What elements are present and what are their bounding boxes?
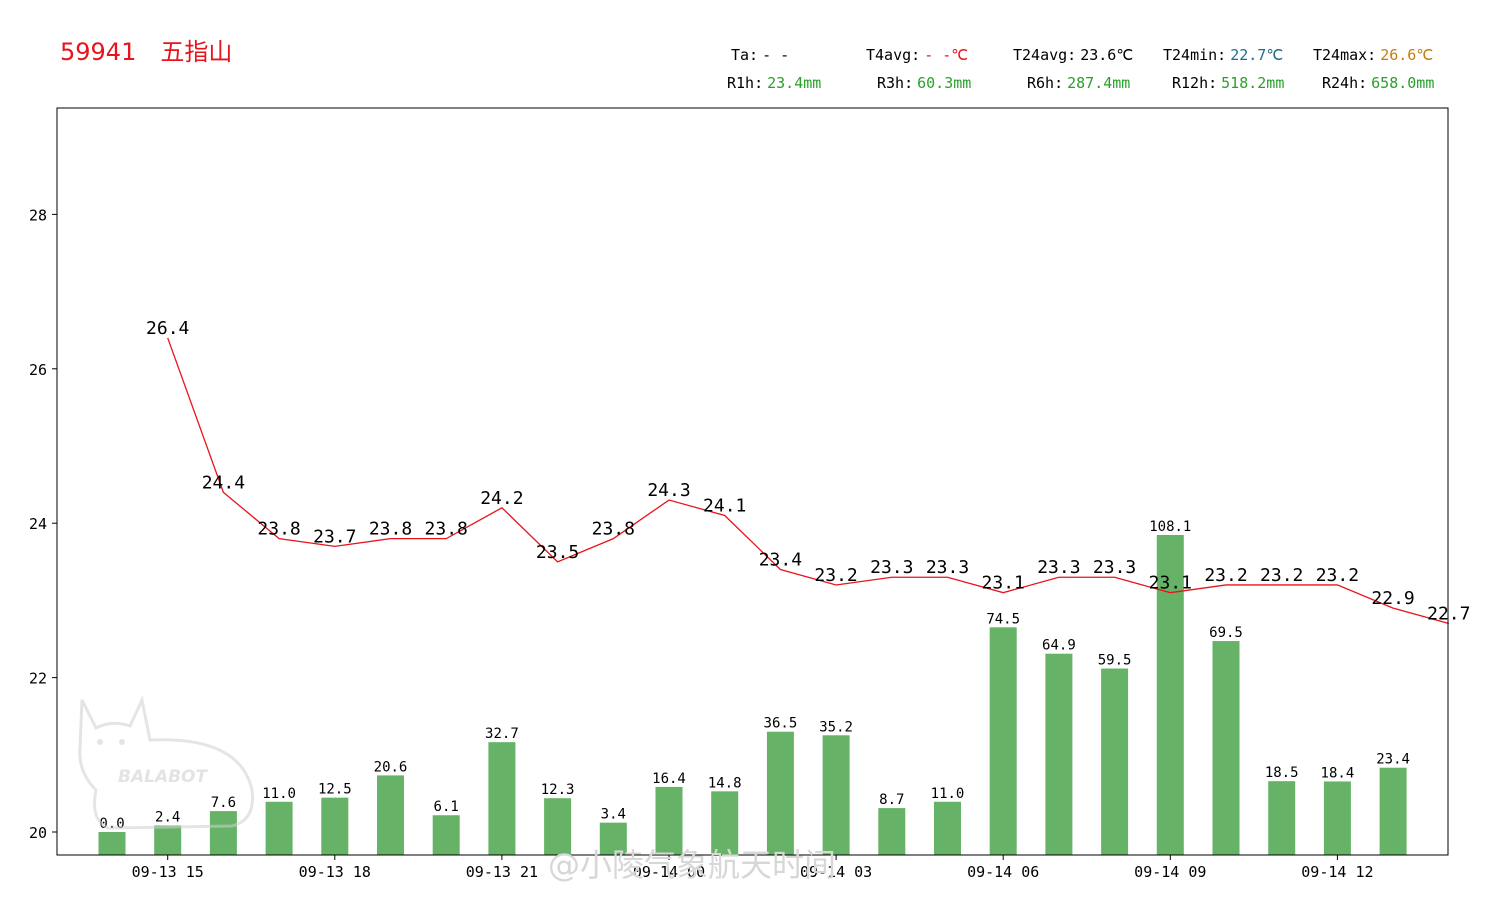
rain-label: 8.7	[879, 792, 904, 808]
temp-label: 23.1	[982, 573, 1025, 594]
rain-label: 20.6	[374, 759, 408, 775]
temp-label: 24.2	[480, 488, 523, 509]
rain-bar	[1101, 668, 1129, 855]
rain-bar	[154, 825, 182, 855]
temp-label: 23.8	[425, 519, 468, 540]
rain-bar	[1323, 781, 1351, 855]
temp-label: 23.8	[257, 519, 300, 540]
watermark-text: @小陵气象航天时间	[548, 846, 836, 884]
x-tick-label: 09-14 09	[1134, 863, 1206, 881]
temperature-line	[167, 337, 1449, 625]
rain-bar	[1045, 653, 1073, 855]
x-tick-label: 09-13 21	[466, 863, 538, 881]
rain-label: 23.4	[1376, 752, 1410, 768]
temp-label: 23.3	[1093, 557, 1136, 578]
temp-label: 23.2	[814, 565, 857, 586]
y-tick-label: 22	[29, 670, 47, 688]
rain-bar	[655, 786, 683, 855]
temp-label: 23.7	[313, 526, 356, 547]
temp-label: 24.1	[703, 495, 746, 516]
rain-label: 69.5	[1209, 625, 1243, 641]
temp-label: 23.2	[1260, 565, 1303, 586]
rain-label: 6.1	[434, 799, 459, 815]
temp-label: 23.5	[536, 542, 579, 563]
rain-bar	[934, 801, 961, 855]
rain-bar	[265, 801, 293, 855]
rain-bar	[878, 808, 906, 855]
watermark-logo-text: BALABOT	[118, 767, 209, 787]
x-tick-label: 09-14 06	[967, 863, 1039, 881]
rain-bar	[209, 811, 237, 855]
rain-label: 16.4	[652, 771, 686, 787]
temp-label: 23.3	[926, 557, 969, 578]
rain-label: 14.8	[708, 775, 742, 791]
rain-label: 32.7	[485, 726, 519, 742]
x-tick-label: 09-13 18	[299, 863, 371, 881]
rain-label: 59.5	[1098, 653, 1132, 669]
rain-label: 3.4	[601, 807, 626, 823]
rain-label: 108.1	[1149, 519, 1191, 535]
temp-label: 22.7	[1427, 604, 1470, 625]
temp-label: 23.1	[1149, 573, 1192, 594]
temp-label: 23.4	[759, 550, 802, 571]
rain-bar	[1268, 781, 1296, 855]
rain-bar	[1379, 767, 1407, 855]
temp-label: 22.9	[1371, 588, 1414, 609]
x-tick-label: 09-13 15	[132, 863, 204, 881]
rain-label: 12.3	[541, 782, 575, 798]
rain-bar	[432, 815, 460, 855]
rain-bar	[766, 731, 794, 855]
y-tick-label: 28	[29, 206, 47, 224]
x-tick-label: 09-14 12	[1301, 863, 1373, 881]
rain-label: 18.5	[1265, 765, 1299, 781]
rain-label: 35.2	[819, 719, 853, 735]
rain-bar	[377, 775, 404, 855]
temp-label: 23.8	[592, 519, 635, 540]
rain-label: 18.4	[1321, 765, 1355, 781]
temp-label: 24.4	[202, 472, 245, 493]
rain-label: 2.4	[155, 809, 180, 825]
temp-label: 26.4	[146, 318, 189, 339]
y-tick-label: 26	[29, 361, 47, 379]
rain-bar	[321, 797, 349, 855]
rain-label: 12.5	[318, 782, 352, 798]
rain-bar	[98, 832, 126, 855]
chart: 0.0 2.47.611.0 12.520.66.132.712.33.416.4 1…	[29, 107, 1470, 884]
temp-label: 23.3	[1037, 557, 1080, 578]
rain-label: 64.9	[1042, 638, 1076, 654]
y-tick-label: 20	[29, 824, 47, 842]
temp-label: 23.3	[870, 557, 913, 578]
rain-label: 7.6	[211, 795, 236, 811]
rain-label: 11.0	[931, 786, 965, 802]
rain-bar	[822, 735, 850, 855]
temp-label: 23.2	[1316, 565, 1359, 586]
rain-bar	[488, 742, 516, 855]
temp-label: 23.2	[1204, 565, 1247, 586]
rain-label: 74.5	[986, 611, 1020, 627]
rain-bar	[989, 627, 1017, 855]
rain-label: 11.0	[262, 786, 296, 802]
temp-label: 23.8	[369, 519, 412, 540]
rain-label: 36.5	[764, 716, 798, 732]
y-tick-label: 24	[29, 515, 47, 533]
rain-bar	[1212, 641, 1240, 855]
temp-label: 24.3	[647, 480, 690, 501]
